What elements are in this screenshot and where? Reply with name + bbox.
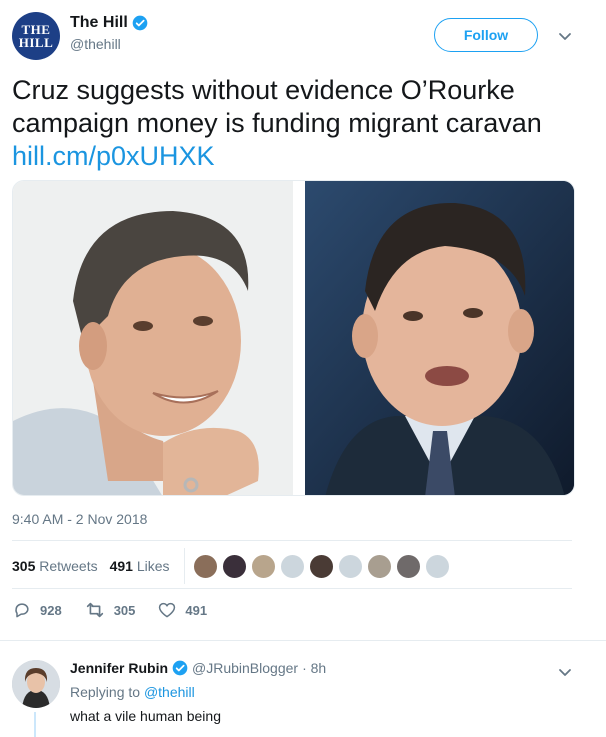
liker-avatars [192,553,450,579]
display-name[interactable]: The Hill [70,14,148,32]
reply-author-handle[interactable]: @JRubinBlogger [192,660,298,676]
reply-author-name[interactable]: Jennifer Rubin [70,660,168,676]
liker-avatar[interactable] [250,553,276,579]
replying-to-link[interactable]: @thehill [144,684,195,700]
liker-avatar[interactable] [337,553,363,579]
display-name-text: The Hill [70,14,128,31]
the-hill-avatar[interactable]: THE HILL [12,12,60,60]
divider-reply [0,640,606,641]
liker-avatar[interactable] [279,553,305,579]
tweet-media[interactable] [12,180,575,496]
heart-icon [159,602,176,618]
retweet-count: 305 [113,602,136,618]
reply-text: what a vile human being [70,708,221,724]
liker-avatar[interactable] [221,553,247,579]
chevron-down-icon[interactable] [557,28,573,44]
chevron-down-icon[interactable] [557,664,573,680]
photo-cruz[interactable] [305,181,574,495]
avatar-text-line2: HILL [18,35,54,50]
tweet-stats: 305 Retweets 491 Likes [12,548,572,584]
stats-separator [183,548,185,584]
retweet-icon [86,602,103,618]
follow-button[interactable]: Follow [434,18,538,52]
account-handle: @thehill [70,36,121,52]
like-action[interactable]: 491 [157,600,207,620]
thread-line [34,712,36,737]
retweets-stat[interactable]: 305 Retweets [12,558,98,574]
tweet-link[interactable]: hill.cm/p0xUHXK [12,140,592,173]
like-count: 491 [185,602,208,618]
tweet-text: Cruz suggests without evidence O’Rourke … [12,74,592,173]
reply-avatar[interactable] [12,660,60,708]
divider-bottom [12,588,572,589]
retweet-action[interactable]: 305 [84,600,136,620]
likes-stat-label: Likes [136,558,170,574]
retweets-stat-label: Retweets [39,558,98,574]
likes-stat-count: 491 [109,558,133,574]
verified-badge-icon [132,15,148,31]
tweet-body: Cruz suggests without evidence O’Rourke … [12,75,542,138]
tweet-actions: 928 305 491 [12,600,229,620]
liker-avatar[interactable] [424,553,450,579]
replying-prefix: Replying to [70,684,141,700]
photo-orourke[interactable] [13,181,293,495]
verified-badge-icon [172,660,188,676]
reply-time[interactable]: · 8h [302,660,326,676]
liker-avatar[interactable] [395,553,421,579]
divider-top [12,540,572,541]
liker-avatar[interactable] [366,553,392,579]
reply-header: Jennifer Rubin @JRubinBlogger · 8h [70,660,326,676]
account-name-block[interactable]: The Hill @thehill [70,14,148,52]
tweet-header: THE HILL The Hill @thehill Follow [12,12,594,62]
retweets-stat-count: 305 [12,558,36,574]
likes-stat[interactable]: 491 Likes [110,558,170,574]
liker-avatar[interactable] [192,553,218,579]
tweet-timestamp[interactable]: 9:40 AM - 2 Nov 2018 [12,511,147,527]
liker-avatar[interactable] [308,553,334,579]
replying-to: Replying to @thehill [70,684,195,700]
reply-count: 928 [40,602,62,618]
reply-tweet[interactable]: Jennifer Rubin @JRubinBlogger · 8h Reply… [12,656,594,737]
reply-icon [15,603,29,618]
reply-action[interactable]: 928 [12,600,62,620]
